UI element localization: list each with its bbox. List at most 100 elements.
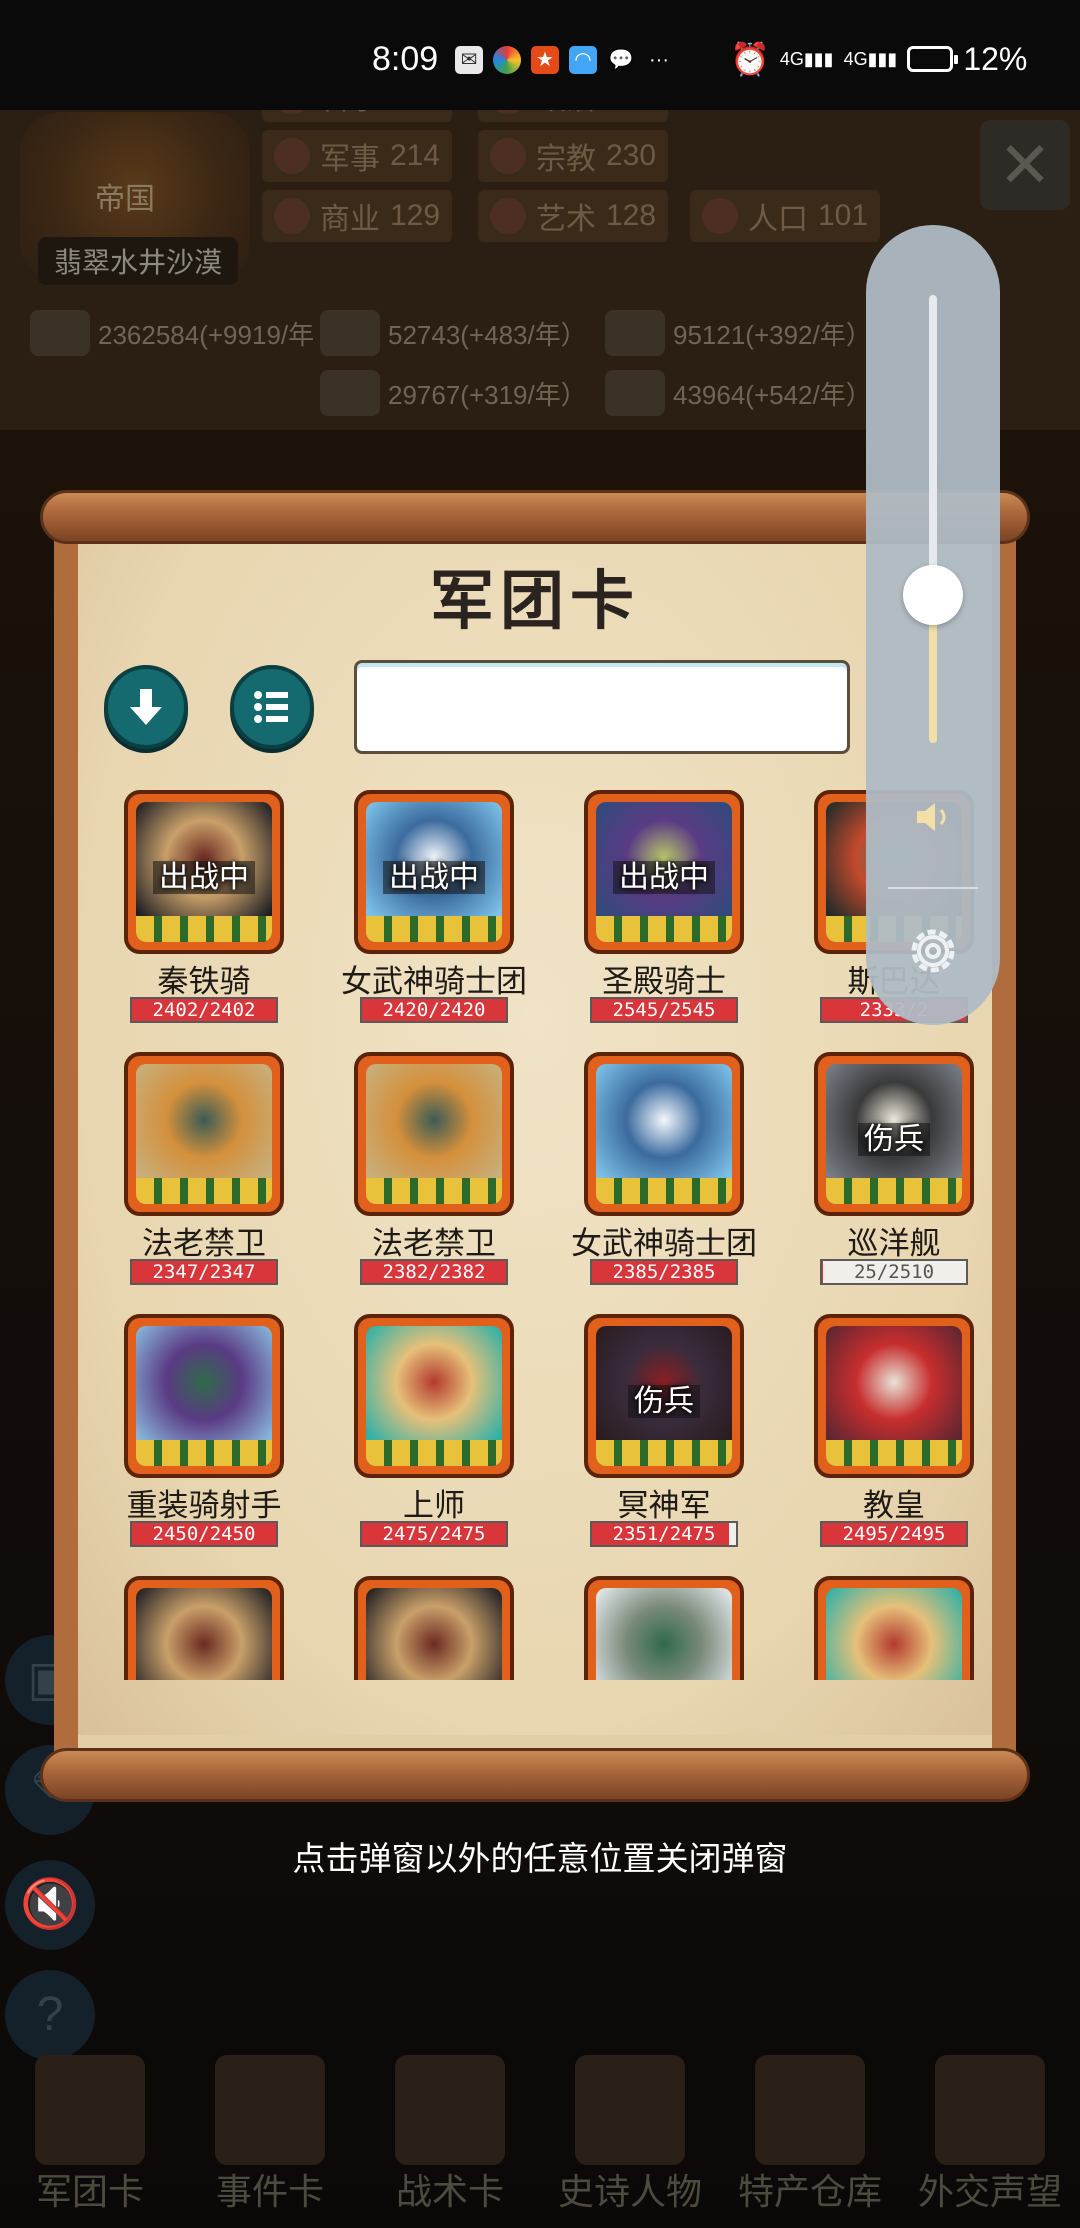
card-hp-text: 2545/2545 (612, 999, 716, 1021)
card-hp-text: 2347/2347 (152, 1261, 256, 1283)
nav-event-cards[interactable]: 事件卡 (185, 2055, 355, 2225)
army-card[interactable]: 教皇 2495/2495 (772, 1314, 1002, 1554)
arrow-down-icon (130, 689, 162, 725)
population-icon (702, 198, 738, 234)
scroll-icon (215, 2055, 325, 2165)
resource-stone: 95121(+392/年） (605, 310, 872, 356)
religion-icon (490, 138, 526, 174)
card-status: 出战中 (366, 852, 502, 896)
search-input[interactable] (354, 660, 850, 754)
card-portrait (366, 1326, 502, 1466)
list-icon (254, 691, 288, 723)
stone-icon (605, 310, 665, 356)
stat-art: 艺术 128 (478, 190, 669, 242)
iron-icon (320, 310, 380, 356)
crown-border (826, 1178, 962, 1204)
status-bar: 8:09 ✉ ★ ◠ 💬 ··· ⏰ 4G▮▮▮ 4G▮▮▮ 12% (0, 0, 1080, 110)
card-name: 法老禁卫 (372, 1226, 496, 1261)
army-card[interactable] (542, 1576, 772, 1680)
army-card[interactable]: 法老禁卫 2347/2347 (90, 1052, 312, 1292)
card-status: 伤兵 (826, 1114, 962, 1158)
army-card[interactable]: 出战中 女武神骑士团 2420/2420 (312, 790, 542, 1030)
volume-divider (888, 887, 978, 889)
list-button[interactable] (230, 665, 314, 749)
nav-epic-figures[interactable]: 史诗人物 (545, 2055, 715, 2225)
card-hp-bar: 2450/2450 (130, 1521, 278, 1547)
army-card[interactable] (772, 1576, 1002, 1680)
card-frame (814, 1576, 974, 1680)
card-portrait (826, 1326, 962, 1466)
nav-army-cards[interactable]: 军团卡 (5, 2055, 175, 2225)
card-hp-text: 2351/2475 (612, 1523, 716, 1545)
volume-slider[interactable] (929, 295, 937, 743)
chest-icon (755, 2055, 865, 2165)
card-portrait: 出战中 (596, 802, 732, 942)
card-hp-bar: 2545/2545 (590, 997, 738, 1023)
speaker-icon[interactable] (911, 795, 955, 839)
card-frame (814, 1314, 974, 1478)
close-hint: 点击弹窗以外的任意位置关闭弹窗 (292, 1840, 788, 1877)
card-hp-bar: 2475/2475 (360, 1521, 508, 1547)
art-icon (490, 198, 526, 234)
card-portrait: 出战中 (366, 802, 502, 942)
card-name: 圣殿骑士 (602, 964, 726, 999)
stat-commerce: 商业 129 (262, 190, 453, 242)
more-icon: ··· (649, 49, 669, 71)
card-portrait (366, 1064, 502, 1204)
army-card[interactable]: 上师 2475/2475 (312, 1314, 542, 1554)
volume-knob[interactable] (903, 565, 963, 626)
crown-border (366, 1440, 502, 1466)
nav-diplomacy[interactable]: 外交声望 (905, 2055, 1075, 2225)
close-icon[interactable]: ✕ (980, 120, 1070, 210)
army-card[interactable] (90, 1576, 312, 1680)
stat-military: 军事 214 (262, 130, 453, 182)
card-status: 伤兵 (596, 1376, 732, 1420)
help-icon[interactable]: ? (5, 1970, 95, 2060)
card-frame (124, 1576, 284, 1680)
gear-icon[interactable] (902, 920, 964, 982)
card-portrait: 伤兵 (826, 1064, 962, 1204)
bottom-nav: 军团卡 事件卡 战术卡 史诗人物 特产仓库 外交声望 (0, 2055, 1080, 2228)
resource-meat: 43964(+542/年） (605, 370, 872, 416)
army-card[interactable] (312, 1576, 542, 1680)
card-status: 出战中 (136, 852, 272, 896)
card-name: 重装骑射手 (126, 1488, 282, 1523)
card-name: 秦铁骑 (157, 964, 251, 999)
card-portrait (136, 1588, 272, 1680)
wood-icon (320, 370, 380, 416)
army-card[interactable]: 出战中秦铁骑 2402/2402 (90, 790, 312, 1030)
card-frame: 伤兵 (814, 1052, 974, 1216)
card-frame: 出战中 (124, 790, 284, 954)
army-card[interactable]: 法老禁卫 2382/2382 (312, 1052, 542, 1292)
card-name: 上师 (403, 1488, 465, 1523)
crown-border (136, 1178, 272, 1204)
army-card[interactable]: 女武神骑士团 2385/2385 (542, 1052, 772, 1292)
app-icon: ★ (531, 46, 559, 74)
crown-border (136, 916, 272, 942)
card-hp-bar: 2351/2475 (590, 1521, 738, 1547)
card-hp-bar: 2402/2402 (130, 997, 278, 1023)
army-card[interactable]: 伤兵 冥神军 2351/2475 (542, 1314, 772, 1554)
nav-specialty-warehouse[interactable]: 特产仓库 (725, 2055, 895, 2225)
download-button[interactable] (104, 665, 188, 749)
nav-tactic-cards[interactable]: 战术卡 (365, 2055, 535, 2225)
army-card[interactable]: 伤兵 巡洋舰 25/2510 (772, 1052, 1002, 1292)
army-card[interactable]: 重装骑射手 2450/2450 (90, 1314, 312, 1554)
card-portrait (366, 1588, 502, 1680)
alarm-icon: ⏰ (730, 41, 770, 77)
crown-border (596, 916, 732, 942)
card-portrait: 伤兵 (596, 1326, 732, 1466)
card-portrait: 出战中 (136, 802, 272, 942)
card-hp-bar: 2382/2382 (360, 1259, 508, 1285)
card-hp-text: 2420/2420 (382, 999, 486, 1021)
card-hp-text: 2402/2402 (152, 999, 256, 1021)
card-frame (354, 1052, 514, 1216)
mail-icon: ✉ (455, 46, 483, 74)
card-hp-text: 2385/2385 (612, 1261, 716, 1283)
army-card[interactable]: 出战中圣殿骑士 2545/2545 (542, 790, 772, 1030)
clock: 8:09 (372, 40, 439, 78)
crown-icon (575, 2055, 685, 2165)
chat-icon: 💬 (608, 49, 634, 71)
card-status: 出战中 (596, 852, 732, 896)
card-portrait (136, 1064, 272, 1204)
